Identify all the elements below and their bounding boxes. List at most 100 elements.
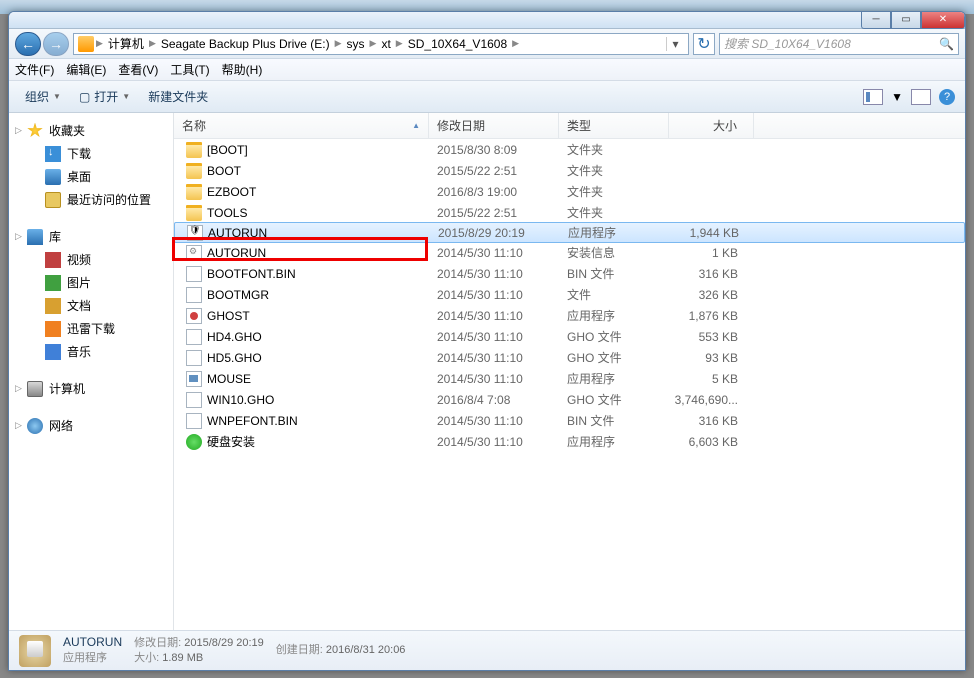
file-name: WNPEFONT.BIN [207,414,298,428]
file-date: 2015/5/22 2:51 [429,164,559,178]
sidebar-pictures[interactable]: 图片 [9,271,173,294]
address-bar[interactable]: ▶ 计算机 ▶ Seagate Backup Plus Drive (E:) ▶… [73,33,689,55]
chevron-right-icon[interactable]: ▶ [149,38,156,49]
chevron-down-icon[interactable]: ▼ [891,90,903,104]
forward-button[interactable]: → [43,32,69,56]
sidebar-recent[interactable]: 最近访问的位置 [9,188,173,211]
collapse-icon[interactable]: ▷ [15,231,22,242]
file-date: 2015/8/30 8:09 [429,143,559,157]
sidebar-network[interactable]: ▷ 网络 [9,414,173,437]
chevron-right-icon[interactable]: ▶ [96,38,103,49]
file-name: BOOT [207,164,241,178]
file-size: 1,876 KB [669,309,754,323]
sidebar-libraries[interactable]: ▷ 库 [9,225,173,248]
file-row[interactable]: GHOST2014/5/30 11:10应用程序1,876 KB [174,305,965,326]
collapse-icon[interactable]: ▷ [15,420,22,431]
close-button[interactable]: ✕ [921,11,965,29]
sidebar-favorites[interactable]: ▷ 收藏夹 [9,119,173,142]
file-name: EZBOOT [207,185,256,199]
file-size: 326 KB [669,288,754,302]
chevron-right-icon[interactable]: ▶ [335,38,342,49]
breadcrumb-item[interactable]: xt [378,37,393,51]
chevron-right-icon[interactable]: ▶ [512,38,519,49]
file-row[interactable]: BOOTMGR2014/5/30 11:10文件326 KB [174,284,965,305]
file-type-icon [19,635,51,667]
sidebar-thunder[interactable]: 迅雷下载 [9,317,173,340]
preview-pane-button[interactable] [911,89,931,105]
chevron-right-icon[interactable]: ▶ [370,38,377,49]
sidebar-desktop[interactable]: 桌面 [9,165,173,188]
file-date: 2014/5/30 11:10 [429,372,559,386]
menu-view[interactable]: 查看(V) [118,61,158,78]
refresh-button[interactable]: ↻ [693,33,715,55]
file-name: AUTORUN [208,226,267,240]
file-row[interactable]: [BOOT]2015/8/30 8:09文件夹 [174,139,965,160]
file-name: MOUSE [207,372,251,386]
file-row[interactable]: HD4.GHO2014/5/30 11:10GHO 文件553 KB [174,326,965,347]
sidebar-downloads[interactable]: 下载 [9,142,173,165]
navigation-pane: ▷ 收藏夹 下载 桌面 最近访问的位置 ▷ 库 视频 图片 文档 迅雷下载 音乐 [9,113,174,630]
search-icon: 🔍 [939,37,954,51]
breadcrumb-item[interactable]: SD_10X64_V1608 [405,37,510,51]
network-icon [27,418,43,434]
file-date: 2014/5/30 11:10 [429,414,559,428]
file-date: 2016/8/3 19:00 [429,185,559,199]
file-name: GHOST [207,309,250,323]
back-button[interactable]: ← [15,32,41,56]
chevron-right-icon[interactable]: ▶ [396,38,403,49]
search-input[interactable]: 搜索 SD_10X64_V1608 🔍 [719,33,959,55]
organize-button[interactable]: 组织▼ [19,86,67,107]
sidebar-videos[interactable]: 视频 [9,248,173,271]
column-header-size[interactable]: 大小 [669,113,754,138]
breadcrumb-item[interactable]: 计算机 [105,35,147,52]
file-size: 316 KB [669,414,754,428]
file-row[interactable]: EZBOOT2016/8/3 19:00文件夹 [174,181,965,202]
file-row[interactable]: 硬盘安装2014/5/30 11:10应用程序6,603 KB [174,431,965,452]
file-name: BOOTFONT.BIN [207,267,296,281]
file-row[interactable]: MOUSE2014/5/30 11:10应用程序5 KB [174,368,965,389]
column-header-date[interactable]: 修改日期 [429,113,559,138]
new-folder-button[interactable]: 新建文件夹 [142,86,214,107]
file-row[interactable]: HD5.GHO2014/5/30 11:10GHO 文件93 KB [174,347,965,368]
collapse-icon[interactable]: ▷ [15,125,22,136]
menu-help[interactable]: 帮助(H) [222,61,263,78]
collapse-icon[interactable]: ▷ [15,383,22,394]
picture-icon [45,275,61,291]
sidebar-documents[interactable]: 文档 [9,294,173,317]
file-row[interactable]: WIN10.GHO2016/8/4 7:08GHO 文件3,746,690... [174,389,965,410]
file-type: GHO 文件 [559,328,669,345]
open-button[interactable]: ▢打开▼ [73,86,136,107]
column-header-type[interactable]: 类型 [559,113,669,138]
sidebar-music[interactable]: 音乐 [9,340,173,363]
menu-file[interactable]: 文件(F) [15,61,54,78]
folder-icon [186,142,202,158]
file-name: TOOLS [207,206,247,220]
file-row[interactable]: BOOT2015/5/22 2:51文件夹 [174,160,965,181]
title-bar[interactable]: ─ ▭ ✕ [9,12,965,29]
file-row[interactable]: BOOTFONT.BIN2014/5/30 11:10BIN 文件316 KB [174,263,965,284]
menu-edit[interactable]: 编辑(E) [66,61,106,78]
file-date: 2014/5/30 11:10 [429,288,559,302]
file-row[interactable]: WNPEFONT.BIN2014/5/30 11:10BIN 文件316 KB [174,410,965,431]
breadcrumb-item[interactable]: Seagate Backup Plus Drive (E:) [158,37,333,51]
file-date: 2014/5/30 11:10 [429,351,559,365]
sort-ascending-icon: ▲ [412,121,420,130]
file-size: 6,603 KB [669,435,754,449]
file-date: 2014/5/30 11:10 [429,309,559,323]
file-row[interactable]: AUTORUN2015/8/29 20:19应用程序1,944 KB [174,222,965,243]
breadcrumb-item[interactable]: sys [344,37,368,51]
file-row[interactable]: AUTORUN2014/5/30 11:10安装信息1 KB [174,242,965,263]
help-button[interactable]: ? [939,89,955,105]
file-type: GHO 文件 [559,349,669,366]
desktop-icon [45,169,61,185]
maximize-button[interactable]: ▭ [891,11,921,29]
menu-tools[interactable]: 工具(T) [170,61,209,78]
thunder-icon [45,321,61,337]
file-row[interactable]: TOOLS2015/5/22 2:51文件夹 [174,202,965,223]
column-header-name[interactable]: 名称▲ [174,113,429,138]
minimize-button[interactable]: ─ [861,11,891,29]
view-options-button[interactable] [863,89,883,105]
explorer-window: ─ ▭ ✕ ← → ▶ 计算机 ▶ Seagate Backup Plus Dr… [8,11,966,671]
address-dropdown[interactable]: ▾ [666,37,684,51]
sidebar-computer[interactable]: ▷ 计算机 [9,377,173,400]
